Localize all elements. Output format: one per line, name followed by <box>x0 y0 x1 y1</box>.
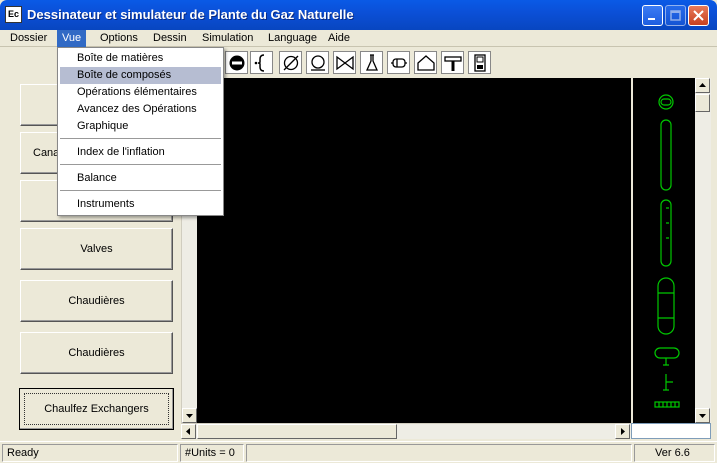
hscroll-left-button[interactable] <box>181 424 196 439</box>
palette-column-icon[interactable] <box>660 119 672 191</box>
side-button-chaudieres-2[interactable]: Chaudières <box>20 332 173 374</box>
menu-item-balance[interactable]: Balance <box>60 170 221 187</box>
menu-separator <box>60 190 221 192</box>
arrow-left-icon <box>186 428 190 435</box>
equipment-shapes <box>654 94 680 408</box>
palette-scroll-thumb[interactable] <box>695 94 710 112</box>
app-icon[interactable]: Ec <box>5 6 22 23</box>
tool-bracket[interactable] <box>250 51 273 74</box>
minimize-button[interactable] <box>642 5 663 26</box>
menu-item-instruments[interactable]: Instruments <box>60 196 221 213</box>
tool-pump[interactable] <box>306 51 329 74</box>
palette-tower-icon[interactable] <box>660 199 672 267</box>
status-units: #Units = 0 <box>180 444 244 462</box>
menu-bar: Dossier Vue Options Dessin Simulation La… <box>0 30 717 47</box>
valve-icon <box>336 55 354 71</box>
status-version: Ver 6.6 <box>634 444 715 462</box>
status-bar: Ready #Units = 0 Ver 6.6 <box>0 441 717 463</box>
tool-stop[interactable] <box>225 51 248 74</box>
status-empty <box>246 444 632 462</box>
drawing-canvas[interactable] <box>197 78 631 423</box>
palette-shapes <box>633 78 695 423</box>
tool-device[interactable] <box>468 51 491 74</box>
stop-sign-icon <box>229 55 245 71</box>
tool-flask[interactable] <box>360 51 383 74</box>
menu-item-operations-elementaires[interactable]: Opérations élémentaires <box>60 84 221 101</box>
menu-simulation[interactable]: Simulation <box>197 30 258 47</box>
diameter-icon <box>283 55 299 71</box>
canvas-hscrollbar[interactable] <box>181 423 631 439</box>
palette-vessel-icon[interactable] <box>657 277 675 335</box>
tool-house[interactable] <box>414 51 437 74</box>
tool-hammer[interactable] <box>441 51 464 74</box>
menu-dossier[interactable]: Dossier <box>5 30 52 47</box>
side-button-exchangers[interactable]: Chaulfez Exchangers <box>19 388 174 430</box>
hscroll-thumb[interactable] <box>197 424 397 439</box>
arrow-down-icon <box>186 414 193 418</box>
menu-item-index-inflation[interactable]: Index de l'inflation <box>60 144 221 161</box>
minimize-icon <box>648 18 655 20</box>
vue-menu-dropdown: Boîte de matières Boîte de composés Opér… <box>57 47 224 216</box>
focus-ring <box>24 393 169 425</box>
equipment-palette <box>631 78 717 423</box>
menu-separator <box>60 138 221 140</box>
close-button[interactable] <box>688 5 709 26</box>
palette-exchanger-icon[interactable] <box>654 401 680 408</box>
palette-tee-icon[interactable] <box>663 374 673 391</box>
pipe-section-icon <box>391 58 407 68</box>
side-button-chaudieres-1[interactable]: Chaudières <box>20 280 173 322</box>
hscroll-right-button[interactable] <box>615 424 630 439</box>
palette-drum-icon[interactable] <box>654 347 680 366</box>
tool-valve[interactable] <box>333 51 356 74</box>
flask-icon <box>365 54 379 71</box>
tool-pipe[interactable] <box>387 51 410 74</box>
menu-item-boite-composes[interactable]: Boîte de composés <box>60 67 221 84</box>
palette-scrollbar[interactable] <box>695 78 711 423</box>
hammer-icon <box>444 56 462 71</box>
side-scroll-down-button[interactable] <box>182 408 197 423</box>
device-icon <box>474 54 486 72</box>
tool-diameter[interactable] <box>279 51 302 74</box>
curly-bracket-icon <box>254 54 265 72</box>
side-button-valves[interactable]: Valves <box>20 228 173 270</box>
arrow-right-icon <box>621 428 625 435</box>
menu-separator <box>60 164 221 166</box>
palette-tank-round-icon[interactable] <box>658 94 674 110</box>
menu-item-boite-matieres[interactable]: Boîte de matières <box>60 50 221 67</box>
close-icon <box>693 10 704 21</box>
menu-options[interactable]: Options <box>95 30 143 47</box>
menu-item-graphique[interactable]: Graphique <box>60 118 221 135</box>
window-title: Dessinateur et simulateur de Plante du G… <box>27 7 354 22</box>
palette-scroll-up-button[interactable] <box>695 78 710 93</box>
menu-language[interactable]: Language <box>263 30 322 47</box>
arrow-up-icon <box>699 83 706 87</box>
menu-item-avancez-operations[interactable]: Avancez des Opérations <box>60 101 221 118</box>
status-ready: Ready <box>2 444 178 462</box>
pump-icon <box>311 55 325 71</box>
menu-vue[interactable]: Vue <box>57 30 87 47</box>
menu-dessin[interactable]: Dessin <box>148 30 192 47</box>
palette-scroll-down-button[interactable] <box>695 408 710 423</box>
maximize-icon <box>670 10 681 21</box>
house-icon <box>417 55 435 71</box>
palette-input-box[interactable] <box>631 423 711 439</box>
arrow-down-icon <box>699 414 706 418</box>
maximize-button <box>665 5 686 26</box>
menu-aide[interactable]: Aide <box>323 30 355 47</box>
title-bar[interactable]: Ec Dessinateur et simulateur de Plante d… <box>0 0 717 30</box>
